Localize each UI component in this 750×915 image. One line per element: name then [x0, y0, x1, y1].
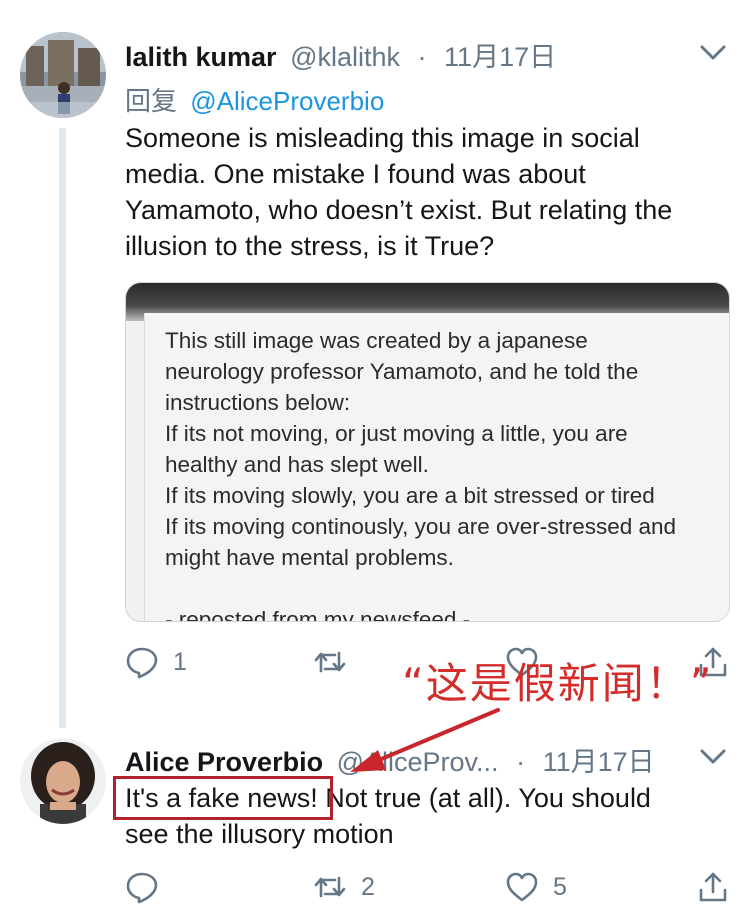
highlight-box: [113, 776, 333, 820]
reply-to: 回复 @AliceProverbio: [125, 81, 384, 118]
retweet-button[interactable]: 2: [313, 867, 375, 907]
annotation-text: “这是假新闻！”: [402, 659, 714, 708]
tweet-text-line: media. One mistake I found was about: [125, 159, 586, 189]
card-text-line: - reposted from my newsfeed -: [165, 607, 471, 622]
share-icon: [699, 872, 727, 902]
tweet-text-line: Yamamoto, who doesn’t exist. But relatin…: [125, 195, 673, 225]
chevron-down-icon[interactable]: [698, 38, 728, 68]
card-text-gap: [165, 573, 725, 604]
card-text-line: instructions below:: [165, 390, 351, 415]
tweet-text: Someone is misleading this image in soci…: [125, 120, 725, 264]
like-icon: [506, 872, 538, 902]
reply-button[interactable]: 1: [125, 642, 187, 682]
card-text-line: If its moving slowly, you are a bit stre…: [165, 483, 655, 508]
user-handle[interactable]: @AliceProv...: [337, 747, 499, 777]
tweet-text-rest: Not true (at all). You should: [317, 783, 651, 813]
card-text-line: This still image was created by a japane…: [165, 328, 588, 353]
reply-icon: [126, 647, 158, 679]
retweet-icon: [314, 876, 346, 898]
avatar-lalith[interactable]: [20, 32, 106, 118]
reply-icon: [126, 872, 158, 904]
card-text-line: neurology professor Yamamoto, and he tol…: [165, 359, 639, 384]
tweet-header: Alice Proverbio @AliceProv... · 11月17日: [125, 740, 655, 779]
retweet-count: 2: [361, 872, 375, 901]
card-image-text: This still image was created by a japane…: [165, 325, 725, 622]
tweet-actions: 2 5: [125, 867, 730, 907]
media-card[interactable]: This still image was created by a japane…: [125, 282, 730, 622]
tweet-date[interactable]: 11月17日: [444, 42, 556, 72]
retweet-icon: [314, 651, 346, 673]
tweet-alice[interactable]: Alice Proverbio @AliceProv... · 11月17日 I…: [0, 730, 750, 915]
tweet-text-line: see the illusory motion: [125, 819, 394, 849]
reply-count: 1: [173, 647, 187, 676]
tweet-header: lalith kumar @klalithk · 11月17日: [125, 35, 556, 74]
avatar-alice[interactable]: [20, 738, 106, 824]
tweet-text-line: illusion to the stress, is it True?: [125, 231, 495, 261]
retweet-button[interactable]: [313, 642, 347, 682]
card-text-line: healthy and has slept well.: [165, 452, 429, 477]
user-handle[interactable]: @klalithk: [290, 42, 400, 72]
card-text-line: If its not moving, or just moving a litt…: [165, 421, 628, 446]
thread-line: [59, 128, 66, 728]
tweet-lalith[interactable]: lalith kumar @klalithk · 11月17日 回复 @Alic…: [0, 0, 750, 730]
chevron-down-icon[interactable]: [698, 742, 728, 772]
card-text-line: If its moving continously, you are over-…: [165, 514, 677, 539]
reply-button[interactable]: [125, 867, 159, 907]
tweet-date[interactable]: 11月17日: [543, 747, 655, 777]
user-name[interactable]: Alice Proverbio: [125, 747, 323, 777]
reply-prefix: 回复: [125, 86, 178, 116]
user-name[interactable]: lalith kumar: [125, 42, 277, 72]
reply-mention-link[interactable]: @AliceProverbio: [190, 86, 384, 116]
like-count: 5: [553, 872, 567, 901]
like-button[interactable]: 5: [505, 867, 567, 907]
tweet-text-line: Someone is misleading this image in soci…: [125, 123, 640, 153]
share-button[interactable]: [696, 867, 730, 907]
separator-dot: ·: [516, 747, 526, 777]
card-text-line: might have mental problems.: [165, 545, 454, 570]
separator-dot: ·: [417, 42, 427, 72]
